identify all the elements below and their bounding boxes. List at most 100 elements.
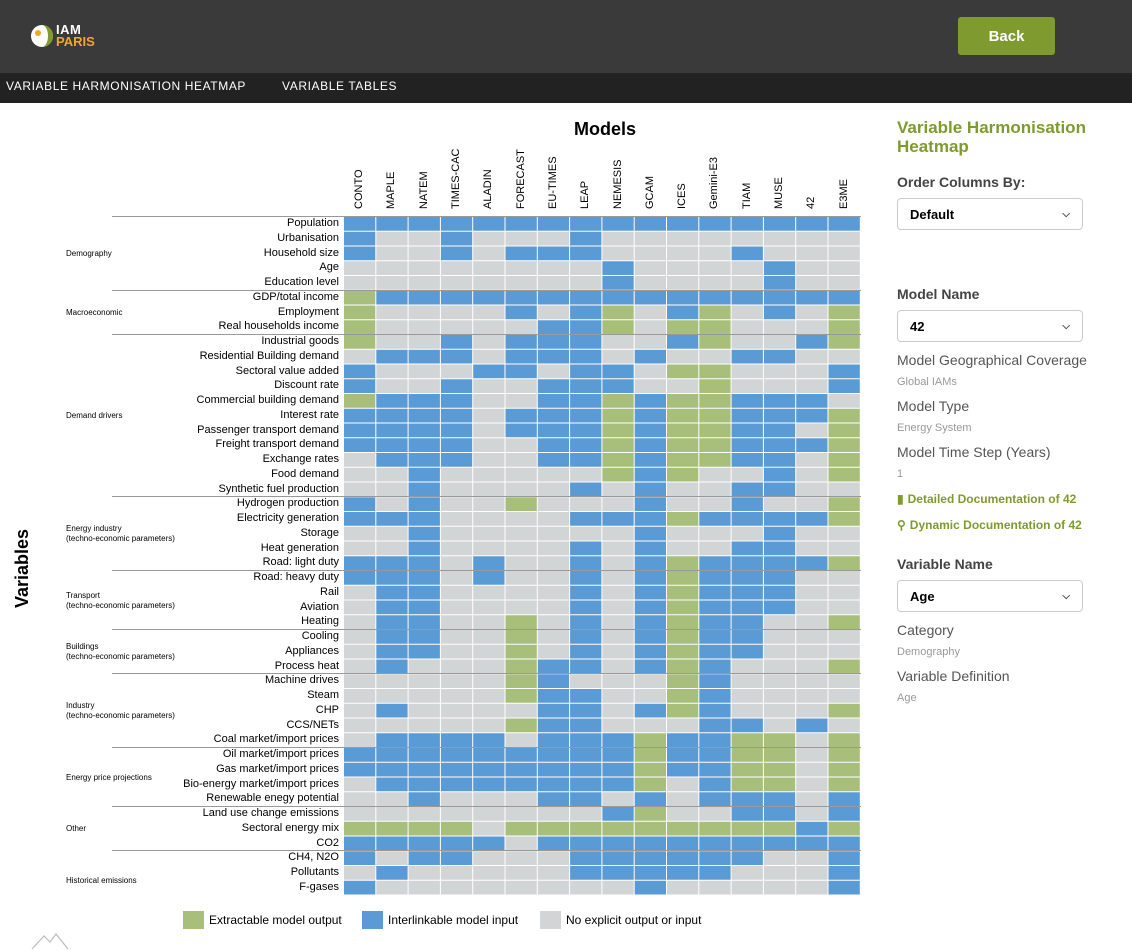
heatmap-cell[interactable]	[376, 526, 408, 541]
heatmap-cell[interactable]	[344, 497, 376, 511]
heatmap-cell[interactable]	[796, 467, 828, 482]
heatmap-cell[interactable]	[537, 880, 570, 895]
heatmap-cell[interactable]	[408, 467, 440, 482]
heatmap-cell[interactable]	[602, 792, 634, 806]
heatmap-cell[interactable]	[667, 836, 699, 851]
heatmap-cell[interactable]	[763, 615, 796, 629]
heatmap-cell[interactable]	[828, 246, 860, 261]
heatmap-cell[interactable]	[828, 571, 860, 585]
heatmap-cell[interactable]	[796, 600, 828, 615]
heatmap-cell[interactable]	[828, 821, 860, 836]
heatmap-cell[interactable]	[731, 718, 763, 733]
heatmap-cell[interactable]	[634, 703, 666, 718]
heatmap-cell[interactable]	[634, 659, 666, 674]
heatmap-cell[interactable]	[408, 630, 440, 644]
heatmap-cell[interactable]	[763, 644, 796, 659]
heatmap-cell[interactable]	[731, 674, 763, 688]
heatmap-cell[interactable]	[731, 482, 763, 497]
heatmap-cell[interactable]	[667, 408, 699, 423]
heatmap-cell[interactable]	[602, 394, 634, 408]
heatmap-cell[interactable]	[796, 748, 828, 762]
heatmap-cell[interactable]	[537, 261, 570, 275]
heatmap-cell[interactable]	[699, 615, 731, 629]
heatmap-cell[interactable]	[731, 807, 763, 821]
heatmap-cell[interactable]	[796, 689, 828, 703]
heatmap-cell[interactable]	[731, 556, 763, 570]
heatmap-cell[interactable]	[667, 792, 699, 806]
heatmap-cell[interactable]	[473, 689, 505, 703]
heatmap-cell[interactable]	[537, 217, 570, 231]
heatmap-cell[interactable]	[763, 792, 796, 806]
heatmap-cell[interactable]	[505, 851, 537, 865]
heatmap-cell[interactable]	[602, 335, 634, 349]
heatmap-cell[interactable]	[634, 261, 666, 275]
heatmap-cell[interactable]	[602, 674, 634, 688]
heatmap-cell[interactable]	[344, 585, 376, 600]
heatmap-cell[interactable]	[408, 644, 440, 659]
heatmap-cell[interactable]	[473, 792, 505, 806]
heatmap-cell[interactable]	[570, 394, 602, 408]
heatmap-cell[interactable]	[376, 438, 408, 452]
heatmap-cell[interactable]	[634, 497, 666, 511]
heatmap-cell[interactable]	[667, 246, 699, 261]
heatmap-cell[interactable]	[828, 777, 860, 792]
heatmap-cell[interactable]	[731, 467, 763, 482]
heatmap-cell[interactable]	[440, 482, 473, 497]
heatmap-cell[interactable]	[602, 762, 634, 777]
heatmap-cell[interactable]	[505, 276, 537, 290]
heatmap-cell[interactable]	[763, 585, 796, 600]
heatmap-cell[interactable]	[408, 290, 440, 305]
heatmap-cell[interactable]	[763, 276, 796, 290]
heatmap-cell[interactable]	[570, 453, 602, 467]
heatmap-cell[interactable]	[473, 320, 505, 334]
heatmap-cell[interactable]	[699, 276, 731, 290]
heatmap-cell[interactable]	[537, 644, 570, 659]
heatmap-cell[interactable]	[602, 349, 634, 364]
heatmap-cell[interactable]	[763, 733, 796, 747]
heatmap-cell[interactable]	[537, 497, 570, 511]
heatmap-cell[interactable]	[796, 364, 828, 379]
heatmap-cell[interactable]	[763, 659, 796, 674]
heatmap-cell[interactable]	[634, 674, 666, 688]
heatmap-cell[interactable]	[570, 231, 602, 246]
heatmap-cell[interactable]	[408, 659, 440, 674]
heatmap-cell[interactable]	[344, 644, 376, 659]
heatmap-cell[interactable]	[570, 836, 602, 851]
heatmap-cell[interactable]	[634, 349, 666, 364]
heatmap-cell[interactable]	[763, 453, 796, 467]
heatmap-cell[interactable]	[796, 423, 828, 438]
heatmap-cell[interactable]	[796, 394, 828, 408]
heatmap-cell[interactable]	[796, 807, 828, 821]
heatmap-cell[interactable]	[570, 556, 602, 570]
heatmap-cell[interactable]	[828, 718, 860, 733]
heatmap-cell[interactable]	[731, 733, 763, 747]
heatmap-cell[interactable]	[505, 674, 537, 688]
heatmap-cell[interactable]	[634, 453, 666, 467]
heatmap-cell[interactable]	[699, 821, 731, 836]
heatmap-cell[interactable]	[763, 718, 796, 733]
heatmap-cell[interactable]	[505, 792, 537, 806]
heatmap-cell[interactable]	[763, 467, 796, 482]
nav-variable-tables[interactable]: VARIABLE TABLES	[282, 79, 397, 93]
heatmap-cell[interactable]	[667, 276, 699, 290]
heatmap-cell[interactable]	[344, 482, 376, 497]
heatmap-cell[interactable]	[505, 718, 537, 733]
heatmap-cell[interactable]	[376, 349, 408, 364]
heatmap-cell[interactable]	[505, 556, 537, 570]
heatmap-cell[interactable]	[408, 585, 440, 600]
heatmap-cell[interactable]	[376, 320, 408, 334]
heatmap-cell[interactable]	[828, 217, 860, 231]
heatmap-cell[interactable]	[796, 276, 828, 290]
heatmap-cell[interactable]	[828, 630, 860, 644]
heatmap-cell[interactable]	[796, 630, 828, 644]
heatmap-cell[interactable]	[376, 335, 408, 349]
heatmap-cell[interactable]	[537, 290, 570, 305]
heatmap-cell[interactable]	[570, 866, 602, 880]
heatmap-cell[interactable]	[440, 349, 473, 364]
heatmap-cell[interactable]	[731, 836, 763, 851]
heatmap-cell[interactable]	[537, 585, 570, 600]
heatmap-cell[interactable]	[634, 733, 666, 747]
heatmap-cell[interactable]	[763, 777, 796, 792]
heatmap-cell[interactable]	[731, 276, 763, 290]
heatmap-cell[interactable]	[473, 423, 505, 438]
